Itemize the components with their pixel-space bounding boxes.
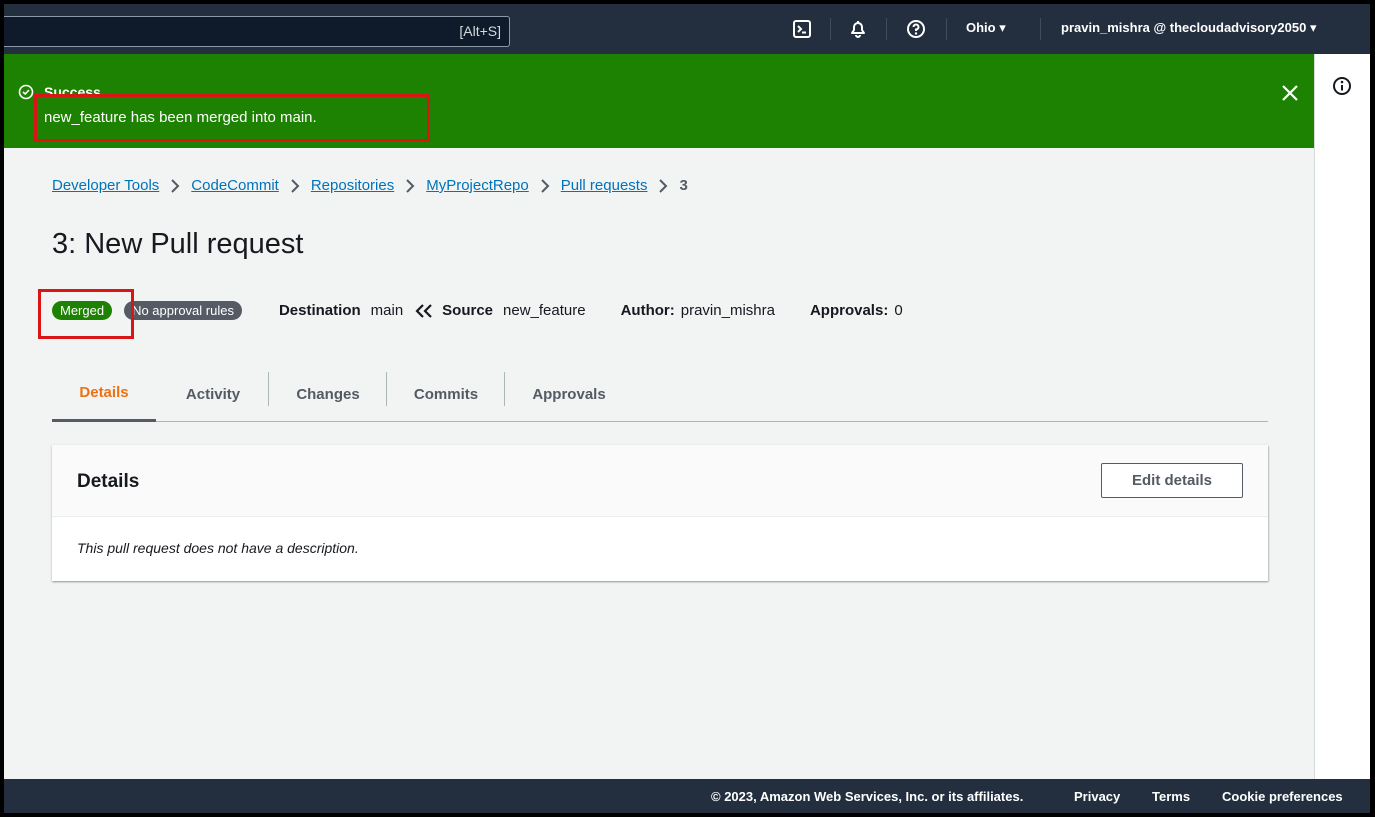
footer: © 2023, Amazon Web Services, Inc. or its… xyxy=(4,779,1370,813)
page-title: 3: New Pull request xyxy=(52,228,304,260)
chevron-right-icon xyxy=(405,178,415,193)
author-value: pravin_mishra xyxy=(680,302,775,319)
highlight-box-status xyxy=(38,289,134,339)
breadcrumb-current: 3 xyxy=(679,177,688,194)
destination-value: main xyxy=(370,302,404,319)
destination-label: Destination xyxy=(278,302,361,319)
edit-details-button[interactable]: Edit details xyxy=(1101,463,1243,498)
author-label: Author: xyxy=(620,302,675,319)
merge-direction-icon xyxy=(414,303,434,319)
tab-approvals[interactable]: Approvals xyxy=(510,366,628,422)
console-frame: [Alt+S] Ohio ▾ pravin_mishra @ theclouda… xyxy=(4,4,1370,813)
success-check-icon xyxy=(18,84,34,105)
account-label: pravin_mishra @ thecloudadvisory2050 xyxy=(1061,20,1307,35)
tab-activity[interactable]: Activity xyxy=(164,366,262,422)
details-panel: Details Edit details This pull request d… xyxy=(52,445,1268,581)
search-shortcut-hint: [Alt+S] xyxy=(459,23,501,39)
footer-copyright: © 2023, Amazon Web Services, Inc. or its… xyxy=(711,789,1024,804)
breadcrumb: Developer Tools CodeCommit Repositories … xyxy=(52,177,688,194)
region-label: Ohio xyxy=(966,20,996,35)
breadcrumb-developer-tools[interactable]: Developer Tools xyxy=(52,177,159,194)
tab-bar: Details Activity Changes Commits Approva… xyxy=(52,366,1268,422)
breadcrumb-repositories[interactable]: Repositories xyxy=(311,177,394,194)
details-panel-header: Details Edit details xyxy=(52,445,1268,517)
chevron-right-icon xyxy=(170,178,180,193)
tab-commits[interactable]: Commits xyxy=(392,366,500,422)
source-value: new_feature xyxy=(503,302,586,319)
footer-terms-link[interactable]: Terms xyxy=(1152,789,1190,804)
footer-privacy-link[interactable]: Privacy xyxy=(1074,789,1120,804)
help-icon[interactable] xyxy=(904,17,928,41)
approval-rules-badge: No approval rules xyxy=(124,301,242,320)
region-selector[interactable]: Ohio ▾ xyxy=(966,20,1006,36)
details-panel-title: Details xyxy=(77,471,140,492)
close-icon[interactable] xyxy=(1279,82,1301,104)
pull-request-description: This pull request does not have a descri… xyxy=(77,540,359,556)
breadcrumb-myprojectrepo[interactable]: MyProjectRepo xyxy=(426,177,529,194)
approvals-value: 0 xyxy=(894,302,903,319)
footer-cookie-preferences-link[interactable]: Cookie preferences xyxy=(1222,789,1343,804)
search-input[interactable]: [Alt+S] xyxy=(4,16,510,47)
highlight-box-message xyxy=(34,94,430,142)
breadcrumb-codecommit[interactable]: CodeCommit xyxy=(191,177,279,194)
tab-changes[interactable]: Changes xyxy=(274,366,382,422)
utility-rail xyxy=(1314,54,1370,779)
account-menu[interactable]: pravin_mishra @ thecloudadvisory2050 ▾ xyxy=(1061,20,1316,36)
chevron-right-icon xyxy=(658,178,668,193)
approvals-label: Approvals: xyxy=(809,302,889,319)
info-icon[interactable] xyxy=(1332,76,1352,101)
chevron-right-icon xyxy=(540,178,550,193)
notifications-bell-icon[interactable] xyxy=(846,17,870,41)
chevron-right-icon xyxy=(290,178,300,193)
cloudshell-icon[interactable] xyxy=(790,17,814,41)
tab-details[interactable]: Details xyxy=(52,366,156,422)
source-label: Source xyxy=(442,302,494,319)
breadcrumb-pull-requests[interactable]: Pull requests xyxy=(561,177,648,194)
top-navigation-bar: [Alt+S] Ohio ▾ pravin_mishra @ theclouda… xyxy=(4,4,1370,54)
pull-request-meta: Merged No approval rules Destination mai… xyxy=(52,301,903,320)
